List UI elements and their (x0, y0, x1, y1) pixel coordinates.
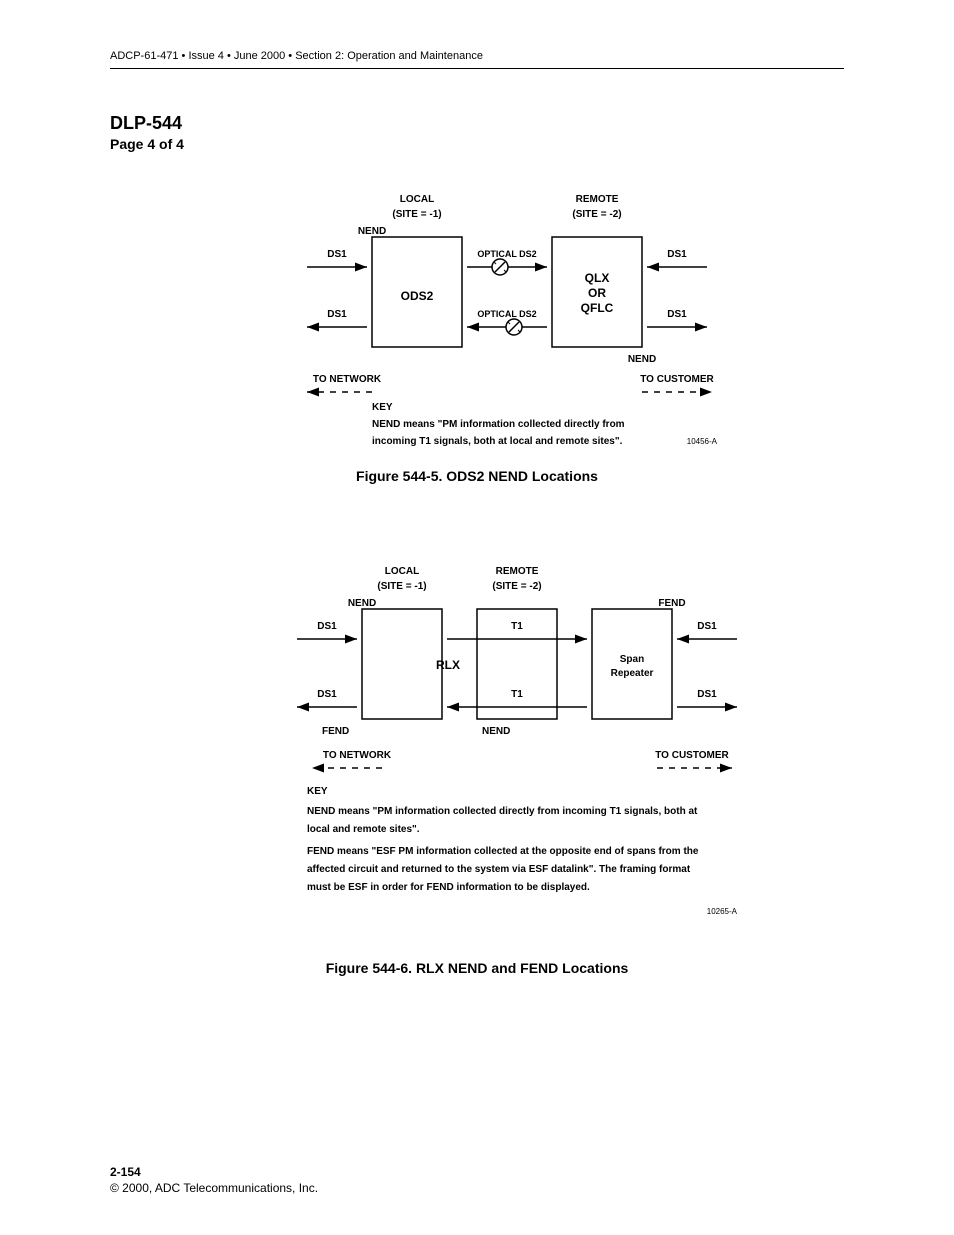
svg-text:KEY: KEY (372, 402, 393, 413)
svg-text:TO CUSTOMER: TO CUSTOMER (640, 374, 714, 385)
dlp-title: DLP-544 (110, 113, 844, 134)
figure-caption-2: Figure 544-6. RLX NEND and FEND Location… (326, 960, 629, 976)
svg-text:FEND means "ESF PM information: FEND means "ESF PM information collected… (307, 846, 699, 857)
svg-text:(SITE = -2): (SITE = -2) (492, 581, 541, 592)
copyright: © 2000, ADC Telecommunications, Inc. (110, 1181, 318, 1195)
svg-text:incoming T1 signals, both at l: incoming T1 signals, both at local and r… (372, 436, 623, 447)
svg-text:DS1: DS1 (667, 249, 687, 260)
page-number: 2-154 (110, 1165, 318, 1179)
svg-text:OPTICAL DS2: OPTICAL DS2 (477, 249, 536, 259)
svg-text:DS1: DS1 (697, 621, 717, 632)
svg-text:ODS2: ODS2 (401, 289, 434, 303)
figure-544-6: LOCAL (SITE = -1) REMOTE (SITE = -2) NEN… (110, 554, 844, 976)
header-text: ADCP-61-471 • Issue 4 • June 2000 • Sect… (110, 50, 844, 69)
svg-text:QFLC: QFLC (581, 301, 614, 315)
svg-text:T1: T1 (511, 689, 523, 700)
svg-text:NEND: NEND (348, 598, 376, 609)
svg-text:Span: Span (620, 654, 644, 665)
svg-text:affected circuit and returned: affected circuit and returned to the sys… (307, 864, 691, 875)
svg-text:DS1: DS1 (317, 689, 337, 700)
svg-text:10265-A: 10265-A (707, 907, 738, 916)
svg-text:10456-A: 10456-A (687, 437, 718, 446)
svg-text:FEND: FEND (658, 598, 685, 609)
svg-text:DS1: DS1 (327, 309, 347, 320)
dlp-page: Page 4 of 4 (110, 136, 844, 152)
svg-text:OR: OR (588, 286, 606, 300)
svg-text:TO NETWORK: TO NETWORK (313, 374, 382, 385)
page: ADCP-61-471 • Issue 4 • June 2000 • Sect… (0, 0, 954, 1235)
figure-544-5: LOCAL (SITE = -1) REMOTE (SITE = -2) NEN… (110, 182, 844, 554)
svg-text:TO NETWORK: TO NETWORK (323, 750, 392, 761)
svg-text:REMOTE: REMOTE (496, 566, 539, 577)
svg-text:NEND means "PM information col: NEND means "PM information collected dir… (307, 806, 698, 817)
svg-text:local and remote sites".: local and remote sites". (307, 824, 420, 835)
svg-text:KEY: KEY (307, 786, 328, 797)
diagram-544-6: LOCAL (SITE = -1) REMOTE (SITE = -2) NEN… (197, 554, 757, 944)
svg-text:DS1: DS1 (667, 309, 687, 320)
svg-text:FEND: FEND (322, 726, 349, 737)
svg-text:NEND: NEND (482, 726, 510, 737)
svg-text:DS1: DS1 (327, 249, 347, 260)
footer: 2-154 © 2000, ADC Telecommunications, In… (110, 1165, 318, 1195)
svg-text:must be ESF in order for FEND: must be ESF in order for FEND informatio… (307, 882, 590, 893)
svg-text:DS1: DS1 (317, 621, 337, 632)
svg-text:NEND means "PM information col: NEND means "PM information collected dir… (372, 419, 625, 430)
svg-text:DS1: DS1 (697, 689, 717, 700)
svg-text:REMOTE: REMOTE (576, 194, 619, 205)
svg-text:RLX: RLX (436, 658, 460, 672)
svg-text:TO CUSTOMER: TO CUSTOMER (655, 750, 729, 761)
svg-text:LOCAL: LOCAL (400, 194, 434, 205)
svg-text:NEND: NEND (628, 354, 656, 365)
svg-text:(SITE = -2): (SITE = -2) (572, 209, 621, 220)
svg-text:NEND: NEND (358, 226, 386, 237)
svg-text:QLX: QLX (585, 271, 610, 285)
svg-text:(SITE = -1): (SITE = -1) (377, 581, 426, 592)
svg-text:T1: T1 (511, 621, 523, 632)
svg-text:(SITE = -1): (SITE = -1) (392, 209, 441, 220)
svg-text:LOCAL: LOCAL (385, 566, 419, 577)
diagram-544-5: LOCAL (SITE = -1) REMOTE (SITE = -2) NEN… (197, 182, 757, 452)
figure-caption-1: Figure 544-5. ODS2 NEND Locations (356, 468, 598, 484)
svg-text:Repeater: Repeater (611, 668, 654, 679)
svg-text:OPTICAL DS2: OPTICAL DS2 (477, 309, 536, 319)
